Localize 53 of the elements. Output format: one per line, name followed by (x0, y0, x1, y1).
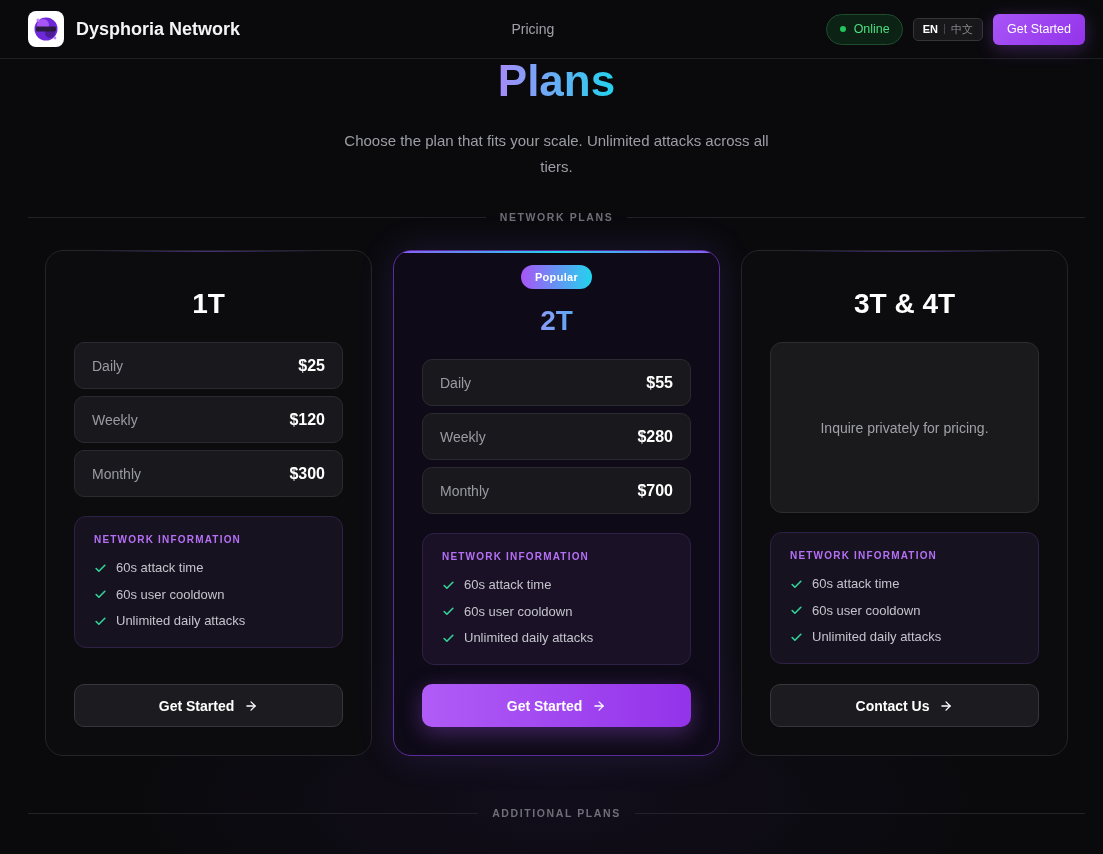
plan-title: 3T & 4T (853, 287, 956, 321)
check-icon (94, 561, 107, 575)
feature-text: Unlimited daily attacks (812, 628, 942, 646)
check-icon (790, 577, 803, 591)
language-option[interactable]: EN (922, 22, 939, 36)
logo-icon (28, 11, 64, 47)
feature-text: 60s attack time (464, 576, 552, 594)
get-started-button[interactable]: Get Started (993, 13, 1085, 45)
feature-text: 60s attack time (812, 575, 900, 593)
period-label: Weekly (92, 411, 138, 428)
feature-text: Unlimited daily attacks (464, 629, 594, 647)
info-heading: NETWORK INFORMATION (442, 551, 591, 563)
feature-text: 60s user cooldown (116, 585, 225, 604)
check-icon (442, 631, 455, 645)
check-icon (442, 578, 455, 592)
plan-button[interactable]: Get Started (422, 684, 691, 727)
nav-link[interactable]: Pricing (511, 21, 555, 37)
price-value: $280 (637, 427, 673, 446)
period-label: Monthly (92, 465, 142, 482)
brand-name: Dysphoria Network (76, 18, 241, 40)
page-subtitle: Choose the plan that fits your scale. Unlimited attacks across all tiers. (343, 131, 770, 177)
plan-button[interactable]: Get Started (74, 684, 343, 727)
period-label: Daily (440, 374, 472, 391)
price-value: $25 (298, 356, 325, 375)
plan-title: 1T (192, 287, 225, 321)
price-value: $700 (637, 481, 673, 500)
plan-button[interactable]: Contact Us (770, 684, 1039, 727)
check-icon (94, 588, 107, 601)
check-icon (94, 614, 107, 628)
price-value: $120 (289, 410, 325, 429)
period-label: Monthly (440, 482, 490, 499)
price-value: $55 (646, 373, 673, 392)
arrow-icon (939, 698, 954, 713)
period-label: Weekly (440, 428, 486, 445)
arrow-icon (244, 698, 259, 713)
feature-text: 60s user cooldown (812, 601, 921, 620)
period-label: Daily (92, 357, 124, 374)
inquiry-text: Inquire privately for pricing. (820, 419, 989, 436)
check-icon (790, 630, 803, 644)
check-icon (790, 604, 803, 617)
section-label: ADDITIONAL PLANS (492, 807, 621, 819)
info-heading: NETWORK INFORMATION (790, 550, 939, 562)
arrow-icon (592, 698, 607, 713)
language-option[interactable]: 中文 (951, 22, 974, 36)
popular-badge: Popular (520, 265, 593, 289)
price-value: $300 (289, 464, 325, 483)
feature-text: 60s user cooldown (464, 602, 573, 621)
check-icon (442, 605, 455, 618)
info-heading: NETWORK INFORMATION (94, 534, 243, 546)
status-text: Online (853, 22, 890, 36)
section-label: NETWORK PLANS (499, 211, 614, 223)
feature-text: Unlimited daily attacks (116, 612, 246, 630)
feature-text: 60s attack time (116, 559, 204, 577)
